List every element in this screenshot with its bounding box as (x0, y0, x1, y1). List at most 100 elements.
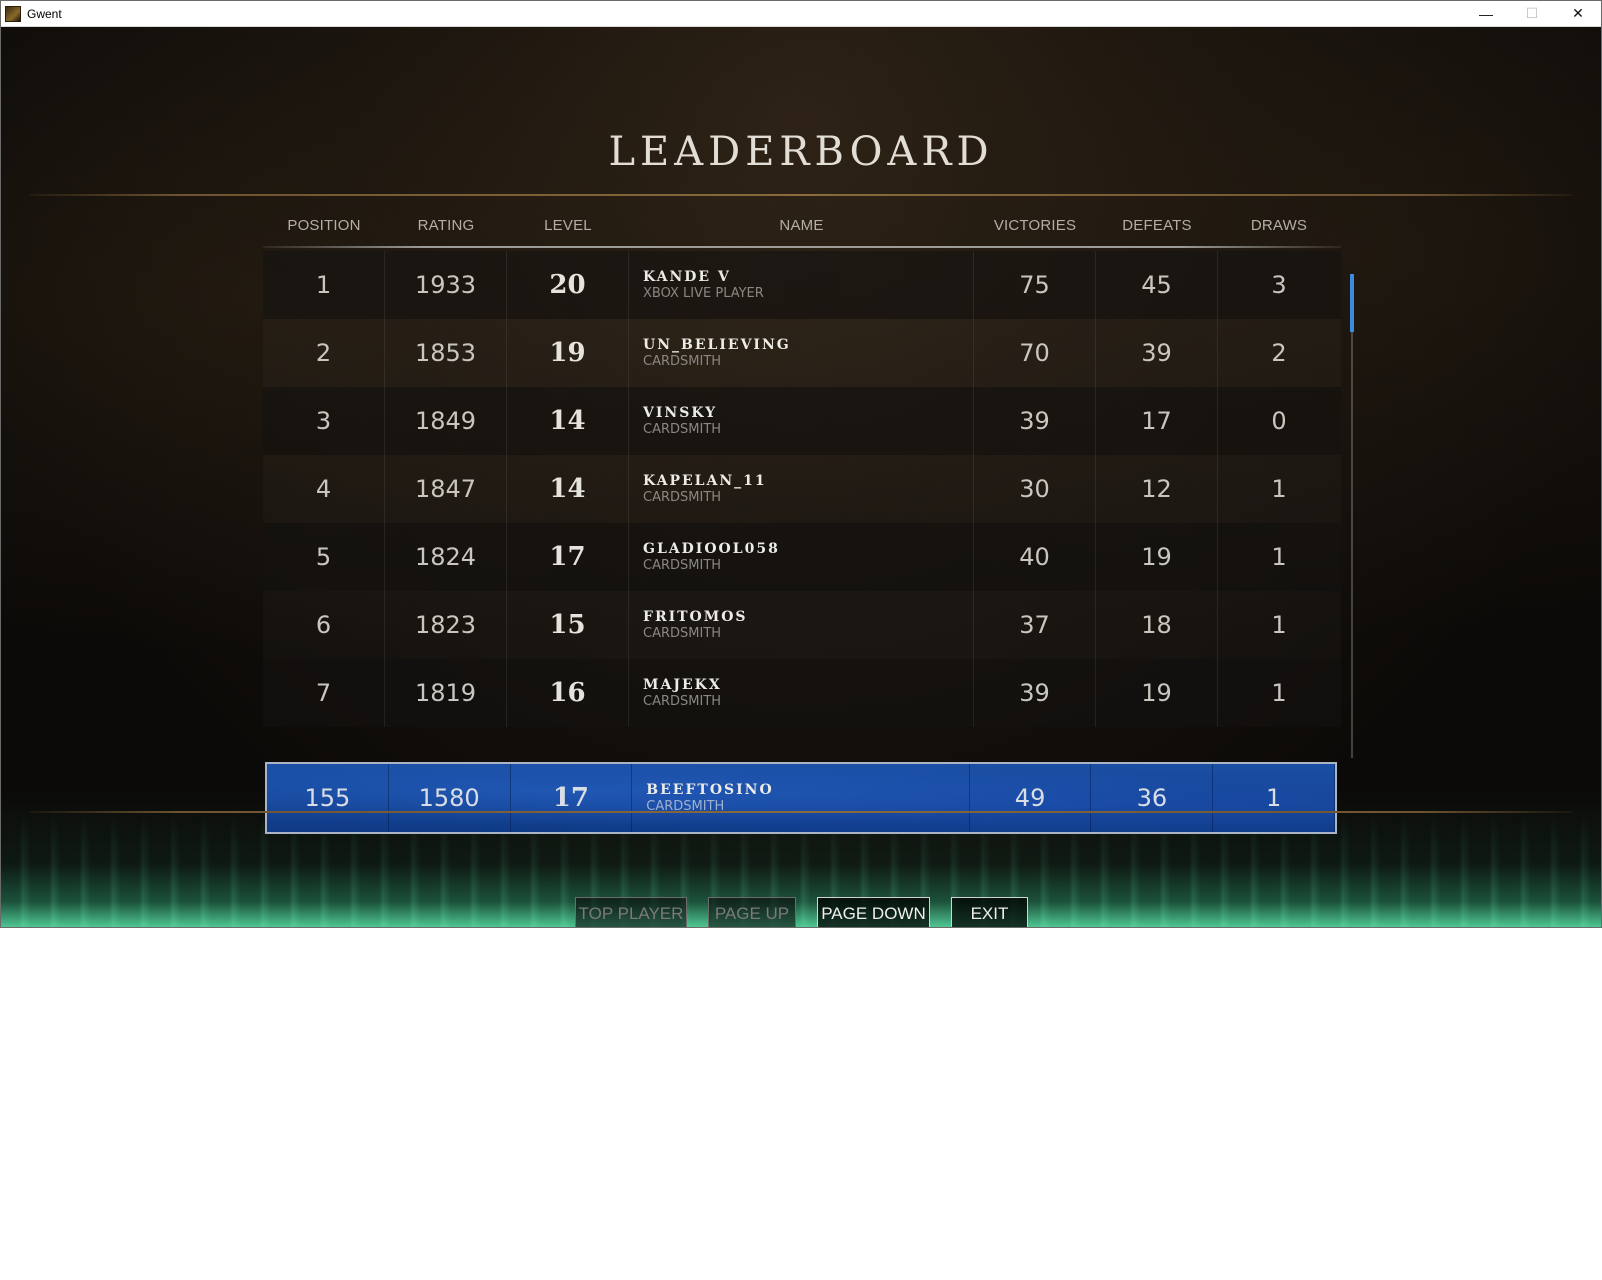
level-cell: 20 (507, 251, 629, 319)
draws-cell: 1 (1271, 543, 1287, 571)
current-player-row[interactable]: 155 1580 17 BEEFTOSINO CARDSMITH 49 36 1 (265, 762, 1337, 834)
table-row[interactable]: 6 1823 15 FRITOMOS CARDSMITH 37 18 1 (263, 591, 1341, 659)
leaderboard-scrollbar[interactable] (1351, 274, 1353, 758)
player-title: CARDSMITH (643, 625, 722, 641)
player-name: KAPELAN_11 (643, 472, 767, 489)
player-title: CARDSMITH (643, 353, 722, 369)
navigation-buttons: TOP PLAYER PAGE UP PAGE DOWN EXIT (1, 897, 1601, 927)
rating-cell: 1933 (385, 251, 507, 319)
page-title: LEADERBOARD (608, 129, 994, 175)
level-cell: 19 (507, 319, 629, 387)
top-player-button[interactable]: TOP PLAYER (575, 897, 687, 927)
player-title: CARDSMITH (643, 489, 722, 505)
level-cell: 17 (511, 764, 633, 832)
victories-cell: 70 (974, 319, 1096, 387)
name-cell: MAJEKX CARDSMITH (629, 659, 974, 727)
header-victories: VICTORIES (993, 216, 1077, 234)
position-cell: 1 (263, 251, 385, 319)
header-rating: RATING (417, 216, 475, 234)
table-row[interactable]: 3 1849 14 VINSKY CARDSMITH 39 17 0 (263, 387, 1341, 455)
name-cell: UN_BELIEVING CARDSMITH (629, 319, 974, 387)
window-controls: — ☐ ✕ (1463, 1, 1601, 26)
defeats-cell: 19 (1096, 659, 1218, 727)
defeats-cell: 39 (1096, 319, 1218, 387)
player-title: XBOX LIVE PLAYER (643, 285, 764, 301)
level-cell: 15 (507, 591, 629, 659)
position-cell: 2 (263, 319, 385, 387)
header-defeats: DEFEATS (1122, 216, 1192, 234)
draws-cell: 0 (1271, 407, 1287, 435)
position-cell: 6 (263, 591, 385, 659)
exit-button[interactable]: EXIT (951, 897, 1028, 927)
player-title: CARDSMITH (643, 421, 722, 437)
leaderboard-list: 1 1933 20 KANDE V XBOX LIVE PLAYER 75 45… (263, 251, 1341, 727)
table-header: POSITION RATING LEVEL NAME VICTORIES DEF… (263, 205, 1341, 245)
rating-cell: 1824 (385, 523, 507, 591)
page-down-button[interactable]: PAGE DOWN (817, 897, 930, 927)
name-cell: VINSKY CARDSMITH (629, 387, 974, 455)
rating-cell: 1580 (389, 764, 511, 832)
draws-cell: 2 (1271, 339, 1287, 367)
level-cell: 17 (507, 523, 629, 591)
level-cell: 14 (507, 387, 629, 455)
game-window: Gwent — ☐ ✕ LEADERBOARD POSITION RATING … (0, 0, 1602, 928)
draws-cell: 1 (1271, 679, 1287, 707)
level-cell: 16 (507, 659, 629, 727)
close-button[interactable]: ✕ (1555, 1, 1601, 26)
player-name: UN_BELIEVING (643, 336, 791, 353)
draws-cell: 3 (1271, 271, 1287, 299)
rating-cell: 1847 (385, 455, 507, 523)
minimize-button[interactable]: — (1463, 1, 1509, 26)
defeats-cell: 12 (1096, 455, 1218, 523)
bottom-divider (29, 811, 1573, 813)
gwent-app-icon (5, 5, 21, 22)
table-row[interactable]: 7 1819 16 MAJEKX CARDSMITH 39 19 1 (263, 659, 1341, 727)
table-row[interactable]: 5 1824 17 GLADIOOL058 CARDSMITH 40 19 1 (263, 523, 1341, 591)
header-divider (263, 246, 1341, 248)
position-cell: 7 (263, 659, 385, 727)
defeats-cell: 17 (1096, 387, 1218, 455)
name-cell: KAPELAN_11 CARDSMITH (629, 455, 974, 523)
victories-cell: 37 (974, 591, 1096, 659)
leaderboard-screen: LEADERBOARD POSITION RATING LEVEL NAME V… (1, 27, 1601, 927)
victories-cell: 75 (974, 251, 1096, 319)
scrollbar-thumb[interactable] (1350, 274, 1354, 332)
level-cell: 14 (507, 455, 629, 523)
header-draws: DRAWS (1250, 216, 1308, 234)
defeats-cell: 36 (1091, 764, 1214, 832)
name-cell: BEEFTOSINO CARDSMITH (632, 764, 970, 832)
player-name: FRITOMOS (643, 608, 748, 625)
defeats-cell: 19 (1096, 523, 1218, 591)
table-row[interactable]: 4 1847 14 KAPELAN_11 CARDSMITH 30 12 1 (263, 455, 1341, 523)
window-title: Gwent (27, 6, 62, 21)
draws-cell: 1 (1213, 764, 1335, 832)
top-divider (29, 194, 1573, 196)
table-row[interactable]: 1 1933 20 KANDE V XBOX LIVE PLAYER 75 45… (263, 251, 1341, 319)
header-name: NAME (779, 216, 824, 234)
victories-cell: 39 (974, 387, 1096, 455)
position-cell: 4 (263, 455, 385, 523)
header-level: LEVEL (544, 216, 592, 234)
rating-cell: 1853 (385, 319, 507, 387)
name-cell: GLADIOOL058 CARDSMITH (629, 523, 974, 591)
player-title: CARDSMITH (643, 693, 722, 709)
position-cell: 3 (263, 387, 385, 455)
draws-cell: 1 (1271, 611, 1287, 639)
victories-cell: 40 (974, 523, 1096, 591)
title-bar[interactable]: Gwent — ☐ ✕ (1, 1, 1601, 27)
defeats-cell: 45 (1096, 251, 1218, 319)
page-up-button[interactable]: PAGE UP (708, 897, 796, 927)
maximize-button[interactable]: ☐ (1509, 1, 1555, 26)
player-title: CARDSMITH (643, 557, 722, 573)
position-cell: 155 (267, 764, 389, 832)
rating-cell: 1823 (385, 591, 507, 659)
player-name: VINSKY (643, 404, 718, 421)
player-name: MAJEKX (643, 676, 722, 693)
table-row[interactable]: 2 1853 19 UN_BELIEVING CARDSMITH 70 39 2 (263, 319, 1341, 387)
victories-cell: 49 (970, 764, 1092, 832)
player-name: GLADIOOL058 (643, 540, 780, 557)
draws-cell: 1 (1271, 475, 1287, 503)
victories-cell: 30 (974, 455, 1096, 523)
defeats-cell: 18 (1096, 591, 1218, 659)
rating-cell: 1849 (385, 387, 507, 455)
